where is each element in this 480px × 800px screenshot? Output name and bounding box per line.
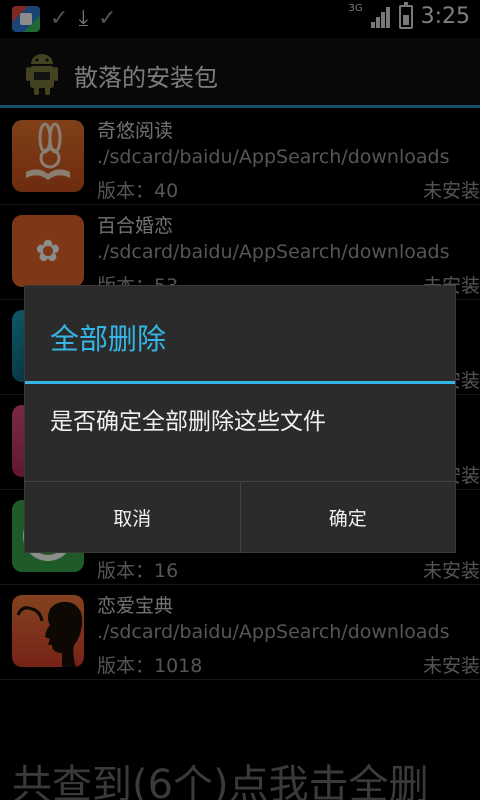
confirm-button[interactable]: 确定 — [239, 482, 456, 553]
dialog-message: 是否确定全部删除这些文件 — [50, 409, 326, 435]
cancel-button[interactable]: 取消 — [25, 482, 240, 553]
dialog-button-bar: 取消 确定 — [25, 481, 455, 553]
dialog-title: 全部删除 — [50, 322, 167, 356]
dialog-title-divider — [25, 381, 455, 384]
delete-all-dialog: 全部删除 是否确定全部删除这些文件 取消 确定 — [24, 285, 456, 553]
